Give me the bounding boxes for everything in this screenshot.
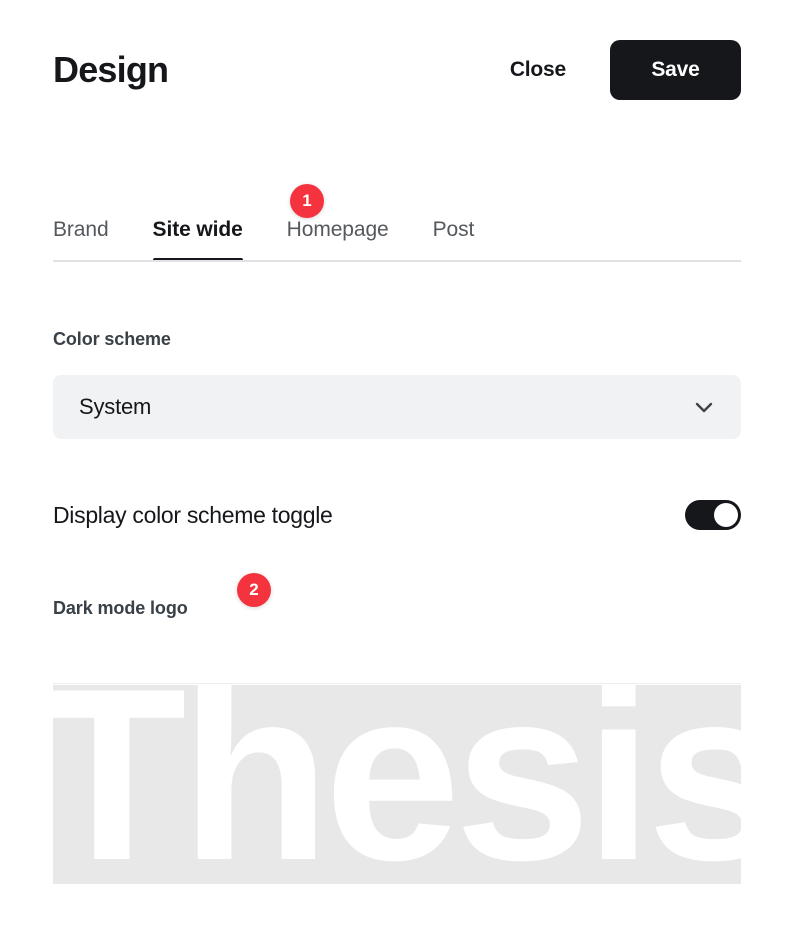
tab-list: Brand Site wide Homepage Post	[53, 200, 741, 262]
color-scheme-select[interactable]: System	[53, 375, 741, 439]
color-scheme-label: Color scheme	[53, 329, 171, 349]
tab-site-wide[interactable]: Site wide	[152, 218, 243, 262]
display-color-scheme-toggle-label: Display color scheme toggle	[53, 501, 333, 528]
step-badge-2: 2	[237, 573, 271, 607]
tab-bar-divider	[53, 260, 741, 262]
tab-brand[interactable]: Brand	[53, 219, 109, 262]
dark-mode-logo-label: Dark mode logo	[53, 598, 188, 618]
tab-label: Post	[432, 218, 475, 241]
display-color-scheme-toggle-switch[interactable]	[685, 500, 741, 530]
tab-label: Brand	[53, 218, 109, 241]
color-scheme-value: System	[79, 394, 152, 419]
tab-bar: Brand Site wide Homepage Post	[53, 200, 741, 262]
page-title: Design	[53, 49, 169, 90]
step-badge-1: 1	[290, 184, 324, 218]
close-button[interactable]: Close	[510, 58, 610, 82]
panel-header: Design Close Save	[53, 40, 741, 100]
chevron-down-icon	[689, 392, 719, 422]
design-settings-panel: Design Close Save Brand Site wide Homepa…	[0, 0, 794, 934]
tab-homepage[interactable]: Homepage	[287, 219, 389, 262]
save-button[interactable]: Save	[610, 40, 741, 100]
tab-label: Homepage	[286, 218, 389, 241]
header-actions: Close Save	[510, 40, 741, 100]
tab-label: Site wide	[152, 218, 243, 241]
display-color-scheme-toggle-row: Display color scheme toggle	[53, 498, 741, 532]
dark-mode-logo-divider	[53, 683, 741, 684]
dark-mode-logo-image-text: Thesis	[53, 685, 741, 884]
toggle-knob	[714, 503, 738, 527]
dark-mode-logo-preview[interactable]: Thesis	[53, 685, 741, 884]
tab-post[interactable]: Post	[433, 219, 475, 262]
